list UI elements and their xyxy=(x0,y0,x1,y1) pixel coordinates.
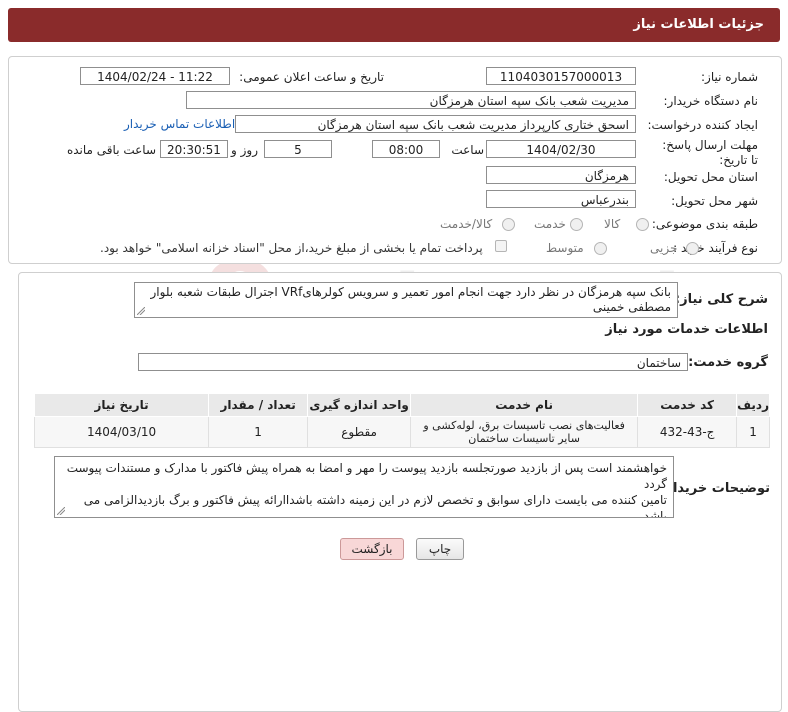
days-label: روز و xyxy=(231,143,258,157)
creator-label: ایجاد کننده درخواست: xyxy=(647,118,758,132)
process-option-minor: جزیی xyxy=(650,241,678,255)
service-group-field: ساختمان xyxy=(138,353,688,371)
description-text: بانک سپه هرمزگان در نظر دارد جهت انجام ا… xyxy=(150,285,672,314)
description-label: شرح کلی نیاز: xyxy=(674,292,768,307)
buyer-notes-label: توضیحات خریدار: xyxy=(660,481,770,496)
category-radio-service[interactable] xyxy=(570,218,583,231)
remaining-time-label: ساعت باقی مانده xyxy=(66,143,156,157)
col-row: ردیف xyxy=(736,393,770,417)
table-row: 1 ج-43-432 فعالیت‌های نصب تاسیسات برق، ل… xyxy=(33,416,770,448)
deadline-time-label: ساعت xyxy=(451,143,484,157)
deadline-time-field: 08:00 xyxy=(372,140,440,158)
category-radio-goods[interactable] xyxy=(636,218,649,231)
cell-need-date: 1404/03/10 xyxy=(33,416,210,448)
province-field: هرمزگان xyxy=(486,166,636,184)
buyer-notes-line-1: خواهشمند است پس از بازدید صورتجلسه بازدی… xyxy=(66,461,667,491)
deadline-date-field: 1404/02/30 xyxy=(486,140,636,158)
city-label: شهر محل تحویل: xyxy=(671,194,758,208)
col-service-code: کد خدمت xyxy=(637,393,738,417)
category-option-goods-service: کالا/خدمت xyxy=(440,217,493,231)
buyer-notes-line-2: تامین کننده می بایست دارای سوابق و تخصص … xyxy=(83,493,667,518)
days-field: 5 xyxy=(264,140,332,158)
back-button[interactable]: بازگشت xyxy=(340,538,404,560)
description-textarea: بانک سپه هرمزگان در نظر دارد جهت انجام ا… xyxy=(134,282,678,318)
announce-date-field: 1404/02/24 - 11:22 xyxy=(80,67,230,85)
need-number-field: 1104030157000013 xyxy=(486,67,636,85)
service-group-label: گروه خدمت: xyxy=(688,355,768,370)
col-service-name: نام خدمت xyxy=(410,393,639,417)
col-quantity: تعداد / مقدار xyxy=(208,393,309,417)
creator-field: اسحق ختاری کارپرداز مدیریت شعب بانک سپه … xyxy=(235,115,636,133)
payment-note: پرداخت تمام یا بخشی از مبلغ خرید،از محل … xyxy=(100,241,483,255)
cell-service-name: فعالیت‌های نصب تاسیسات برق، لوله‌کشی و س… xyxy=(410,416,639,448)
process-radio-minor[interactable] xyxy=(686,242,699,255)
buyer-notes-textarea: خواهشمند است پس از بازدید صورتجلسه بازدی… xyxy=(54,456,674,518)
cell-row: 1 xyxy=(736,416,770,448)
services-section-title: اطلاعات خدمات مورد نیاز xyxy=(605,322,768,337)
province-label: استان محل تحویل: xyxy=(663,170,758,184)
category-label: طبقه بندی موضوعی: xyxy=(651,217,758,231)
buyer-contact-link[interactable]: اطلاعات تماس خریدار xyxy=(124,117,235,131)
services-table: ردیف کد خدمت نام خدمت واحد اندازه گیری ت… xyxy=(33,393,770,448)
remaining-time-field: 20:30:51 xyxy=(160,140,228,158)
resize-grip-icon[interactable] xyxy=(57,507,65,515)
buyer-org-label: نام دستگاه خریدار: xyxy=(663,94,759,108)
cell-unit: مقطوع xyxy=(307,416,412,448)
process-option-medium: متوسط xyxy=(546,241,584,255)
buyer-org-field: مدیریت شعب بانک سپه استان هرمزگان xyxy=(186,91,636,109)
col-unit: واحد اندازه گیری xyxy=(307,393,412,417)
cell-service-code: ج-43-432 xyxy=(637,416,738,448)
deadline-label: مهلت ارسال پاسخ: تا تاریخ: xyxy=(662,138,758,167)
need-number-label: شماره نیاز: xyxy=(701,70,758,84)
treasury-checkbox[interactable] xyxy=(495,240,507,252)
print-button[interactable]: چاپ xyxy=(416,538,464,560)
col-need-date: تاریخ نیاز xyxy=(33,393,210,417)
page-title: جزئیات اطلاعات نیاز xyxy=(633,17,764,32)
process-radio-medium[interactable] xyxy=(594,242,607,255)
table-header-row: ردیف کد خدمت نام خدمت واحد اندازه گیری ت… xyxy=(33,393,770,417)
announce-date-label: تاریخ و ساعت اعلان عمومی: xyxy=(239,70,384,84)
city-field: بندرعباس xyxy=(486,190,636,208)
cell-quantity: 1 xyxy=(208,416,309,448)
resize-grip-icon[interactable] xyxy=(137,307,145,315)
page-header: جزئیات اطلاعات نیاز xyxy=(8,8,780,42)
category-option-goods: کالا xyxy=(604,217,621,231)
category-option-service: خدمت xyxy=(534,217,566,231)
category-radio-goods-service[interactable] xyxy=(502,218,515,231)
